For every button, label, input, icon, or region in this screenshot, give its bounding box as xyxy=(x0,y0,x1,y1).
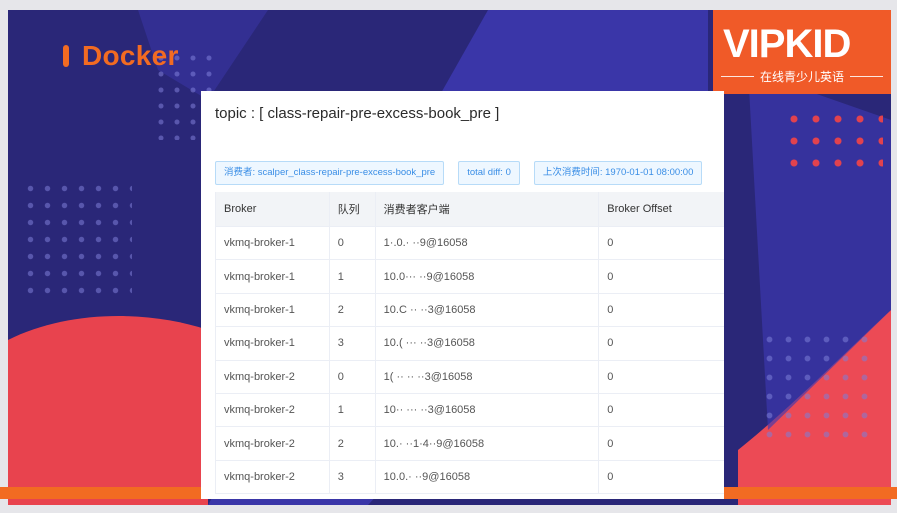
cell-broker-offset: 0 xyxy=(598,226,724,261)
logo-subtitle: 在线青少儿英语 xyxy=(760,70,845,84)
cell-broker-offset: 0 xyxy=(598,360,724,394)
cell-queue: 2 xyxy=(328,426,376,461)
total-diff-tag: total diff: 0 xyxy=(458,161,520,185)
cell-broker: vkmq-broker-2 xyxy=(215,460,330,495)
column-header-broker[interactable]: Broker xyxy=(215,192,330,227)
table-row[interactable]: vkmq-broker-2 2 10.· ··1·4··9@16058 0 xyxy=(215,426,724,461)
slide-title: Docker xyxy=(63,40,179,72)
table-row[interactable]: vkmq-broker-1 3 10.( ··· ··3@16058 0 xyxy=(215,326,724,361)
table-row[interactable]: vkmq-broker-1 1 10.0··· ··9@16058 0 xyxy=(215,259,724,294)
table-row[interactable]: vkmq-broker-2 3 10.0.· ··9@16058 0 xyxy=(215,460,724,495)
cell-broker: vkmq-broker-2 xyxy=(215,426,330,461)
cell-consumer-client: 1( ·· ·· ··3@16058 xyxy=(374,360,599,394)
column-header-consumer-client[interactable]: 消费者客户端 xyxy=(374,192,599,227)
logo-text: VIPKID xyxy=(723,22,851,66)
table-row[interactable]: vkmq-broker-1 0 1·.0.· ··9@16058 0 xyxy=(215,226,724,261)
cell-broker-offset: 0 xyxy=(598,393,724,428)
red-dot-pattern xyxy=(783,108,883,178)
cell-consumer-client: 10.0··· ··9@16058 xyxy=(374,259,599,294)
cell-queue: 2 xyxy=(328,293,376,328)
cell-consumer-client: 10.0.· ··9@16058 xyxy=(374,460,599,495)
cell-queue: 0 xyxy=(328,360,376,394)
dot-pattern-left xyxy=(22,180,132,300)
cell-broker: vkmq-broker-1 xyxy=(215,326,330,361)
column-header-queue[interactable]: 队列 xyxy=(328,192,376,227)
table-header-row: Broker 队列 消费者客户端 Broker Offset xyxy=(215,192,724,227)
coral-left-shape xyxy=(8,316,208,505)
cell-broker: vkmq-broker-1 xyxy=(215,226,330,261)
table-row[interactable]: vkmq-broker-1 2 10.C ·· ··3@16058 0 xyxy=(215,293,724,328)
cell-queue: 0 xyxy=(328,226,376,261)
cell-queue: 3 xyxy=(328,326,376,361)
cell-broker-offset: 0 xyxy=(598,426,724,461)
logo-divider-right xyxy=(850,76,884,77)
cell-broker-offset: 0 xyxy=(598,259,724,294)
consumer-tags: 消费者: scalper_class-repair-pre-excess-boo… xyxy=(215,161,716,185)
vipkid-logo: VIPKID 在线青少儿英语 xyxy=(713,10,891,94)
cell-consumer-client: 10·· ··· ··3@16058 xyxy=(374,393,599,428)
table-row[interactable]: vkmq-broker-2 1 10·· ··· ··3@16058 0 xyxy=(215,393,724,428)
cell-broker: vkmq-broker-2 xyxy=(215,393,330,428)
dot-pattern-right xyxy=(760,330,870,450)
consumer-name-tag: 消费者: scalper_class-repair-pre-excess-boo… xyxy=(215,161,445,185)
logo-subtitle-row: 在线青少儿英语 xyxy=(721,68,884,85)
title-accent-bar xyxy=(63,45,69,67)
cell-consumer-client: 10.· ··1·4··9@16058 xyxy=(374,426,599,461)
cell-consumer-client: 1·.0.· ··9@16058 xyxy=(374,226,599,261)
logo-divider-left xyxy=(721,76,754,77)
cell-broker: vkmq-broker-2 xyxy=(215,360,330,394)
last-consume-time-tag: 上次消费时间: 1970-01-01 08:00:00 xyxy=(533,161,703,185)
cell-queue: 1 xyxy=(328,259,376,294)
cell-broker: vkmq-broker-1 xyxy=(215,293,330,328)
topic-title: topic : [ class-repair-pre-excess-book_p… xyxy=(215,105,500,122)
cell-consumer-client: 10.( ··· ··3@16058 xyxy=(374,326,599,361)
cell-consumer-client: 10.C ·· ··3@16058 xyxy=(374,293,599,328)
cell-broker-offset: 0 xyxy=(598,293,724,328)
slide-title-text: Docker xyxy=(82,40,179,71)
cell-broker-offset: 0 xyxy=(598,460,724,495)
column-header-broker-offset[interactable]: Broker Offset xyxy=(598,192,724,227)
table-row[interactable]: vkmq-broker-2 0 1( ·· ·· ··3@16058 0 xyxy=(215,360,724,394)
cell-queue: 3 xyxy=(328,460,376,495)
cell-broker: vkmq-broker-1 xyxy=(215,259,330,294)
cell-queue: 1 xyxy=(328,393,376,428)
consumer-detail-panel: topic : [ class-repair-pre-excess-book_p… xyxy=(201,91,724,499)
cell-broker-offset: 0 xyxy=(598,326,724,361)
broker-table: Broker 队列 消费者客户端 Broker Offset vkmq-brok… xyxy=(215,192,724,495)
